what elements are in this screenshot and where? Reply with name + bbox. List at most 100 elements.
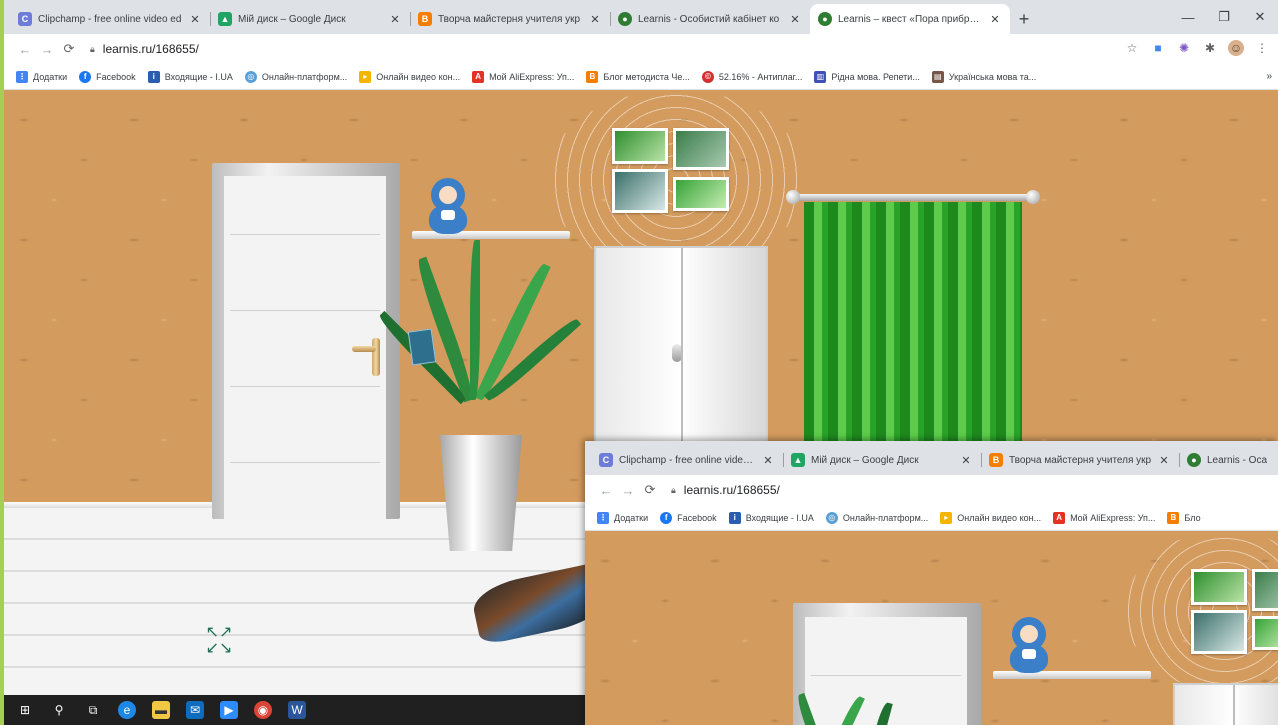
windows-start-icon[interactable]: ⊞: [16, 701, 34, 719]
picture-frame-2[interactable]: [673, 128, 729, 170]
video-icon: ▸: [359, 70, 372, 83]
ukr-mova-icon: ▤: [931, 70, 944, 83]
close-icon[interactable]: ✕: [588, 13, 602, 26]
address-bar[interactable]: 🔒︎ learnis.ru/168655/: [90, 42, 199, 56]
forward-arrow-icon[interactable]: →: [617, 483, 639, 498]
tab-learnis-quest[interactable]: ● Learnis – квест «Пора прибрати ✕: [810, 4, 1010, 34]
inset-address-bar[interactable]: 🔒︎ learnis.ru/168655/: [671, 483, 780, 497]
picture-frame-2[interactable]: [1252, 569, 1278, 611]
aliexpress-icon: A: [1053, 511, 1066, 524]
tab-tvorcha-maisternia[interactable]: B Творча майстерня учителя укр ✕: [410, 4, 610, 34]
file-explorer-icon[interactable]: ▬: [152, 701, 170, 719]
reload-icon[interactable]: ⟳: [58, 41, 80, 57]
lock-icon: 🔒︎: [90, 43, 95, 54]
matryoshka-doll[interactable]: [429, 178, 467, 234]
bookmark-antiplagiat[interactable]: © 52.16% - Антиплаг...: [701, 70, 802, 83]
window-controls: — ❐ ✕: [1170, 0, 1278, 34]
tab-clipchamp[interactable]: C Clipchamp - free online video ed ✕: [10, 4, 210, 34]
reload-icon[interactable]: ⟳: [639, 482, 661, 498]
picture-frame-3[interactable]: [612, 169, 668, 213]
fullscreen-toggle-icon[interactable]: ↖↗ ↙↘: [199, 625, 239, 657]
extension-icon[interactable]: ■: [1150, 40, 1166, 56]
door-panel-line: [230, 462, 380, 463]
bookmark-video[interactable]: ▸ Онлайн видео кон...: [359, 70, 461, 83]
plant-vase[interactable]: [440, 435, 522, 551]
bookmark-iua[interactable]: i Входящие - I.UA: [147, 70, 233, 83]
doll-apron: [1022, 649, 1036, 659]
bookmark-label: Facebook: [677, 512, 717, 523]
iua-icon: i: [147, 70, 160, 83]
door-handle[interactable]: [352, 338, 380, 376]
inset-bookmarks-bar: ⋮ Додатки f Facebook i Входящие - I.UA ◎ Онл…: [585, 505, 1278, 531]
white-cabinet[interactable]: [594, 246, 768, 446]
back-arrow-icon[interactable]: ←: [595, 483, 617, 498]
bookmark-facebook[interactable]: f Facebook: [79, 70, 136, 83]
bookmark-apps[interactable]: ⋮ Додатки: [16, 70, 67, 83]
white-cabinet[interactable]: [1173, 683, 1278, 725]
picture-frame-4[interactable]: [1252, 616, 1278, 650]
bookmark-ridna-mova[interactable]: ▥ Рідна мова. Репети...: [814, 70, 920, 83]
curtain-rod-end: [786, 190, 800, 204]
picture-frame-1[interactable]: [1191, 569, 1247, 605]
inset-tab-google-drive[interactable]: ▲ Мій диск – Google Диск ✕: [783, 445, 981, 475]
new-tab-button[interactable]: +: [1010, 4, 1038, 34]
matryoshka-doll[interactable]: [1010, 617, 1048, 673]
bookmark-label: Бло: [1184, 512, 1201, 523]
door-panel-line: [230, 386, 380, 387]
close-icon[interactable]: ✕: [1157, 454, 1171, 467]
bookmark-platform[interactable]: ◎ Онлайн-платформ...: [825, 511, 929, 524]
picture-frame-1[interactable]: [612, 128, 668, 164]
close-window-icon[interactable]: ✕: [1242, 0, 1278, 34]
bookmark-facebook[interactable]: f Facebook: [660, 511, 717, 524]
search-icon[interactable]: ⚲: [50, 701, 68, 719]
extensions-puzzle-icon[interactable]: ✱: [1202, 40, 1218, 56]
menu-dots-icon[interactable]: ⋮: [1254, 40, 1270, 56]
zoom-icon[interactable]: ▶: [220, 701, 238, 719]
bookmark-label: Онлайн видео кон...: [376, 71, 461, 82]
bookmark-blog[interactable]: B Бло: [1167, 511, 1201, 524]
forward-arrow-icon[interactable]: →: [36, 42, 58, 57]
inset-tab-tvorcha-maisternia[interactable]: B Творча майстерня учителя укр ✕: [981, 445, 1179, 475]
extension-gear-icon[interactable]: ✺: [1176, 40, 1192, 56]
bookmark-iua[interactable]: i Входящие - I.UA: [728, 511, 814, 524]
mail-icon[interactable]: ✉: [186, 701, 204, 719]
picture-frame-4[interactable]: [673, 177, 729, 211]
facebook-icon: f: [660, 511, 673, 524]
tab-learnis-cabinet[interactable]: ● Learnis - Особистий кабінет ко ✕: [610, 4, 810, 34]
hidden-card-in-plant[interactable]: [407, 328, 437, 366]
bookmark-blog[interactable]: B Блог методиста Че...: [586, 70, 690, 83]
bookmark-platform[interactable]: ◎ Онлайн-платформ...: [244, 70, 347, 83]
green-curtain[interactable]: [804, 202, 1022, 447]
close-icon[interactable]: ✕: [959, 454, 973, 467]
tab-google-drive[interactable]: ▲ Мій диск – Google Диск ✕: [210, 4, 410, 34]
chrome-icon[interactable]: ◉: [254, 701, 272, 719]
picture-frame-3[interactable]: [1191, 610, 1247, 654]
inset-tab-clipchamp[interactable]: C Clipchamp - free online video ed ✕: [591, 445, 783, 475]
bookmark-aliexpress[interactable]: A Мой AliExpress: Уп...: [472, 70, 574, 83]
cabinet-knob[interactable]: [672, 344, 682, 362]
bookmarks-overflow-icon[interactable]: »: [1266, 71, 1272, 82]
bookmark-video[interactable]: ▸ Онлайн видео кон...: [940, 511, 1041, 524]
edge-icon[interactable]: e: [118, 701, 136, 719]
close-icon[interactable]: ✕: [188, 13, 202, 26]
profile-avatar-icon[interactable]: ☺: [1228, 40, 1244, 56]
inset-tab-learnis[interactable]: ● Learnis - Оса: [1179, 445, 1278, 475]
aliexpress-icon: A: [472, 70, 485, 83]
inset-quest-scene: [585, 531, 1278, 725]
bookmark-ukr-mova[interactable]: ▤ Українська мова та...: [931, 70, 1036, 83]
minimize-icon[interactable]: —: [1170, 0, 1206, 34]
bookmark-aliexpress[interactable]: A Мой AliExpress: Уп...: [1053, 511, 1155, 524]
bookmark-star-icon[interactable]: ☆: [1124, 40, 1140, 56]
back-arrow-icon[interactable]: ←: [14, 42, 36, 57]
iua-icon: i: [728, 511, 741, 524]
door[interactable]: [224, 176, 386, 519]
task-view-icon[interactable]: ⧉: [84, 701, 102, 719]
word-icon[interactable]: W: [288, 701, 306, 719]
close-icon[interactable]: ✕: [761, 454, 775, 467]
close-icon[interactable]: ✕: [788, 13, 802, 26]
close-icon[interactable]: ✕: [988, 13, 1002, 26]
bookmark-apps[interactable]: ⋮ Додатки: [597, 511, 648, 524]
bookmark-label: Онлайн-платформ...: [842, 512, 929, 523]
close-icon[interactable]: ✕: [388, 13, 402, 26]
maximize-icon[interactable]: ❐: [1206, 0, 1242, 34]
